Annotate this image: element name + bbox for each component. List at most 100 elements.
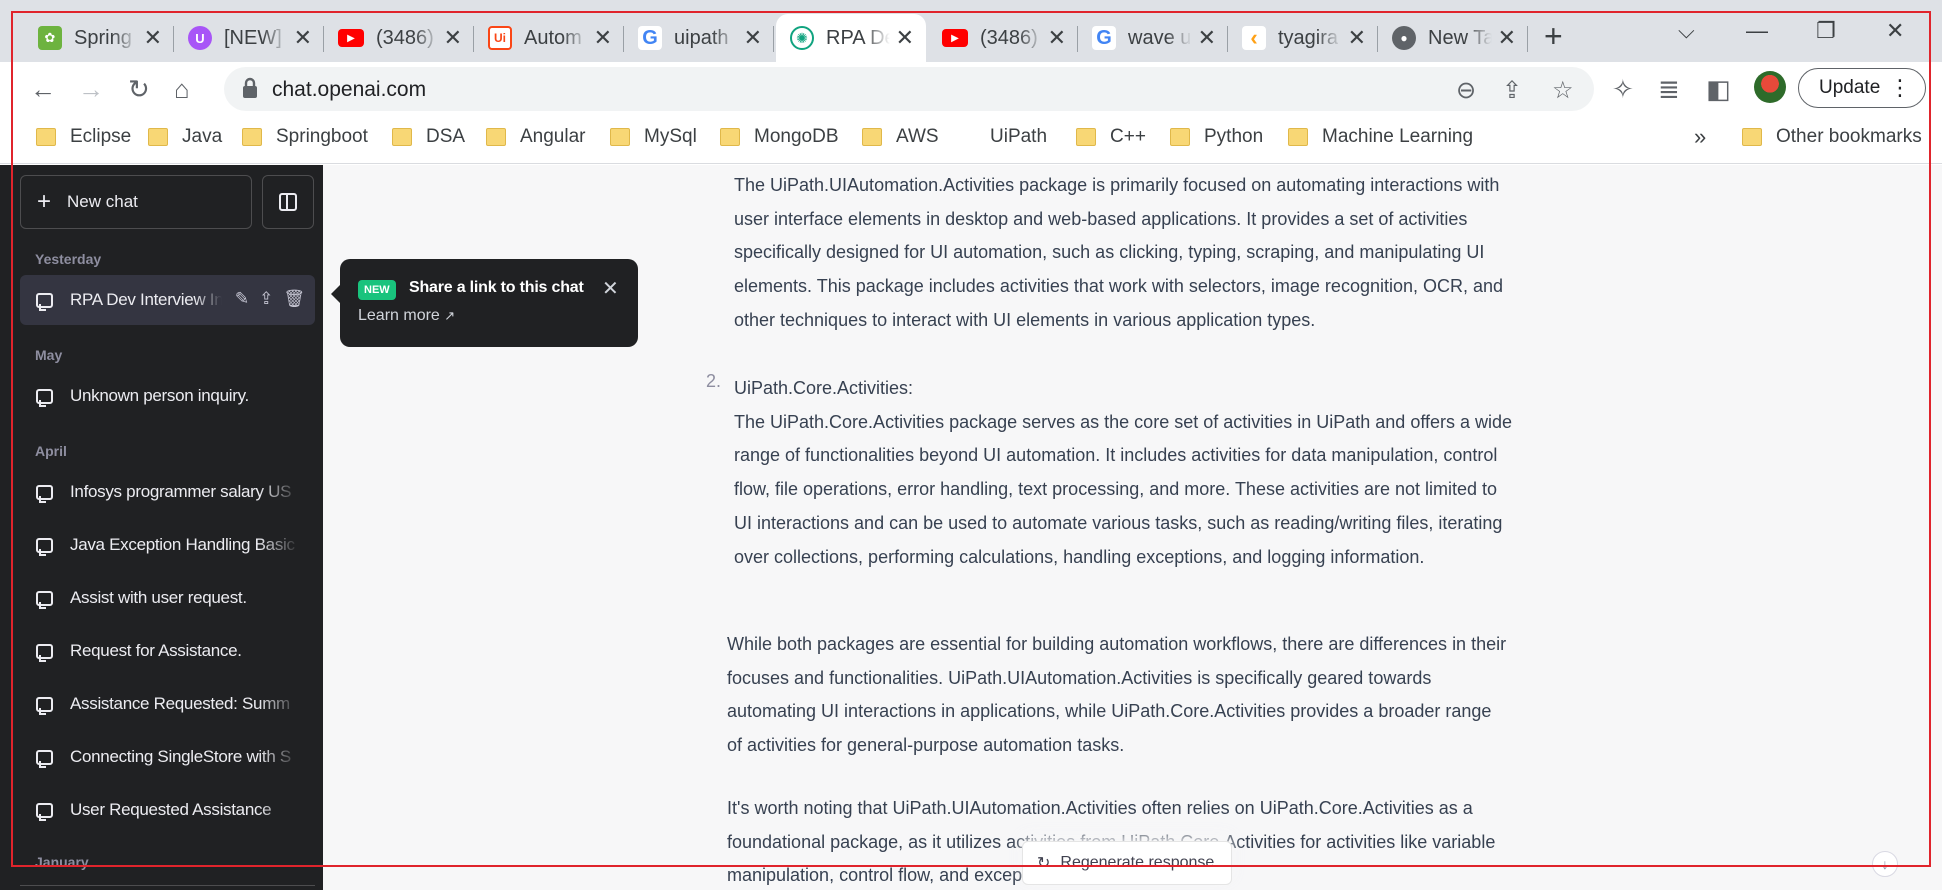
chat-bubble-icon [36,292,53,311]
google-icon: G [1092,26,1116,50]
tab-2[interactable]: ▶ (3486) ✕ [324,14,474,62]
bookmark-dsa[interactable]: DSA [392,126,465,148]
browser-toolbar: ← → ↻ ⌂ chat.openai.com ⊖ ⇪ ☆ ✧ ≣ ◧ Upda… [0,62,1942,116]
home-icon[interactable]: ⌂ [174,74,190,104]
list-item-1-body: The UiPath.UIAutomation.Activities packa… [734,175,1504,330]
new-tab-plus-icon[interactable]: + [1544,18,1563,54]
chat-actions: ✎ ⇪ 🗑 [235,289,305,309]
bookmark-java[interactable]: Java [148,126,222,148]
forward-arrow-icon[interactable]: → [78,74,104,104]
bookmark-mongodb[interactable]: MongoDB [720,126,839,148]
openai-icon: ✺ [790,26,814,50]
bookmark-mysql[interactable]: MySql [610,126,697,148]
kebab-menu-icon[interactable]: ⋮ [1889,75,1911,101]
tab-title: Autom [524,26,582,49]
close-icon[interactable]: ✕ [602,276,619,301]
tab-7[interactable]: G wave u ✕ [1078,14,1228,62]
trash-icon[interactable]: 🗑 [283,289,305,309]
other-bookmarks[interactable]: Other bookmarks [1742,126,1922,148]
chat-title: Unknown person inquiry. [70,386,249,405]
close-tab-icon[interactable]: ✕ [1048,26,1066,50]
close-tab-icon[interactable]: ✕ [744,26,762,50]
back-arrow-icon[interactable]: ← [30,74,56,104]
address-bar[interactable]: chat.openai.com ⊖ ⇪ ☆ [224,67,1594,111]
bookmark-aws[interactable]: AWS [862,126,939,148]
list-item-2-body: The UiPath.Core.Activities package serve… [734,411,1513,567]
chat-item[interactable]: Infosys programmer salary US [20,467,315,517]
restore-icon[interactable]: ❐ [1816,16,1836,46]
close-tab-icon[interactable]: ✕ [444,26,462,50]
learn-more-link[interactable]: Learn more ↗ [358,307,455,325]
bookmark-cpp[interactable]: C++ [1076,126,1146,148]
side-panel-icon[interactable]: ◧ [1706,74,1731,104]
chat-item-selected[interactable]: RPA Dev Interview In ✎ ⇪ 🗑 [20,275,315,325]
bookmark-springboot[interactable]: Springboot [242,126,368,148]
tab-separator [1527,26,1528,52]
bookmark-label: Eclipse [70,126,132,147]
bookmark-star-icon[interactable]: ☆ [1552,76,1574,105]
chat-item[interactable]: Assist with user request. [20,573,315,623]
bookmark-label: MongoDB [754,126,839,147]
bookmark-eclipse[interactable]: Eclipse [36,126,131,148]
close-tab-icon[interactable]: ✕ [896,26,914,50]
youtube-icon: ▶ [942,29,968,47]
paragraph: While both packages are essential for bu… [727,634,1507,756]
tab-title: uipath [674,26,729,49]
tab-4[interactable]: G uipath ✕ [624,14,774,62]
lock-icon [243,77,257,98]
close-tab-icon[interactable]: ✕ [594,26,612,50]
new-chat-label: New chat [67,192,138,211]
bookmark-python[interactable]: Python [1170,126,1263,148]
chat-item[interactable]: User Requested Assistance [20,785,315,835]
chat-item[interactable]: Java Exception Handling Basic [20,520,315,570]
tab-5-active[interactable]: ✺ RPA De ✕ [776,14,926,62]
edit-pencil-icon[interactable]: ✎ [235,289,249,309]
folder-icon [610,128,630,146]
close-tab-icon[interactable]: ✕ [294,26,312,50]
bookmark-label: AWS [896,126,939,147]
tab-title: New Ta [1428,26,1492,49]
media-queue-icon[interactable]: ≣ [1658,74,1680,104]
bookmark-machine-learning[interactable]: Machine Learning [1288,126,1473,148]
folder-icon [1076,128,1096,146]
chat-item[interactable]: Connecting SingleStore with S [20,732,315,782]
toggle-sidebar-button[interactable] [262,175,314,229]
chat-item[interactable]: Assistance Requested: Summ [20,679,315,729]
folder-icon [486,128,506,146]
bookmark-angular[interactable]: Angular [486,126,586,148]
tab-9[interactable]: ● New Ta ✕ [1378,14,1528,62]
tab-1[interactable]: U [NEW] ✕ [174,14,324,62]
update-button[interactable]: Update ⋮ [1798,68,1926,108]
chat-title: Assistance Requested: Summ [70,694,290,713]
folder-icon [392,128,412,146]
update-label: Update [1819,77,1881,98]
tab-0[interactable]: ✿ Spring ✕ [24,14,174,62]
close-tab-icon[interactable]: ✕ [1498,26,1516,50]
extensions-puzzle-icon[interactable]: ✧ [1612,74,1634,104]
chat-title: Request for Assistance. [70,641,242,660]
tab-8[interactable]: ‹ tyagira ✕ [1228,14,1378,62]
bookmark-label: Python [1204,126,1264,147]
close-tab-icon[interactable]: ✕ [1198,26,1216,50]
chat-item[interactable]: Request for Assistance. [20,626,315,676]
tab-search-chevron-icon[interactable]: ⌵ [1678,16,1695,46]
close-tab-icon[interactable]: ✕ [144,26,162,50]
share-icon[interactable]: ⇪ [1502,76,1522,105]
tab-3[interactable]: Ui Autom ✕ [474,14,624,62]
bookmarks-overflow-chevron[interactable]: » [1694,124,1706,150]
chat-title: RPA Dev Interview In [70,290,222,309]
close-tab-icon[interactable]: ✕ [1348,26,1366,50]
bookmark-uipath[interactable]: UiPath [956,126,1047,148]
chat-bubble-icon [36,484,53,503]
zoom-icon[interactable]: ⊖ [1456,76,1476,105]
minimize-icon[interactable]: — [1746,16,1768,46]
regenerate-response-button[interactable]: ↻ Regenerate response [1022,841,1232,885]
close-window-icon[interactable]: ✕ [1886,16,1904,46]
profile-avatar[interactable] [1754,71,1786,103]
reload-icon[interactable]: ↻ [128,74,150,104]
chat-item[interactable]: Unknown person inquiry. [20,371,315,421]
share-icon[interactable]: ⇪ [259,289,273,309]
tab-6[interactable]: ▶ (3486) ✕ [928,14,1078,62]
new-chat-button[interactable]: + New chat [20,175,252,229]
scroll-to-bottom-icon[interactable]: ↓ [1872,851,1898,877]
